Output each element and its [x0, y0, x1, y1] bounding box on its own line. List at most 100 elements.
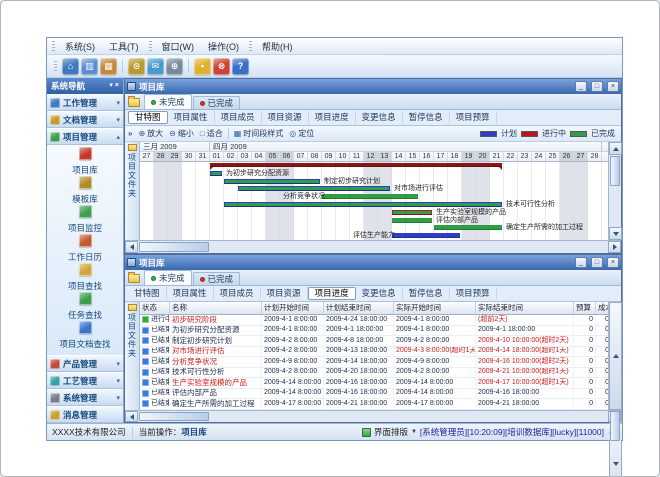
folder-icon[interactable]: [128, 98, 140, 107]
close-button[interactable]: ×: [607, 257, 619, 268]
view-tab-甘特图[interactable]: 甘特图: [128, 111, 168, 124]
sidebar-group-系统管理[interactable]: 系统管理▾: [47, 389, 123, 406]
help-icon[interactable]: ?: [232, 58, 249, 75]
maximize-button[interactable]: □: [591, 81, 603, 92]
table-row[interactable]: 已结束评估内部产品2009-4-14 8:00:002009-4-16 18:0…: [140, 389, 608, 400]
gantt-bar-初步研究阶段[interactable]: [210, 163, 502, 167]
sidebar-group-message[interactable]: 消息管理: [47, 406, 123, 423]
gantt-tool-时间段样式[interactable]: ▦时间段样式: [231, 128, 287, 139]
lock-icon[interactable]: ▪: [194, 58, 211, 75]
table-row[interactable]: 已结束分析竞争状况2009-4-9 8:00:002009-4-14 18:00…: [140, 357, 608, 368]
view-tab-暂停信息[interactable]: 暂停信息: [403, 111, 450, 124]
folder-tab-已完成[interactable]: 已完成: [193, 96, 241, 109]
table-row[interactable]: 已结束为初步研究分配资源2009-4-1 8:00:002009-4-1 18:…: [140, 326, 608, 337]
sidebar-item-模板库[interactable]: 模板库: [47, 176, 123, 205]
search-icon[interactable]: ⊙: [128, 58, 145, 75]
view-tab-项目属性[interactable]: 项目属性: [168, 111, 215, 124]
minimize-button[interactable]: _: [575, 257, 587, 268]
sidebar-group-工作管理[interactable]: 工作管理▾: [47, 94, 123, 111]
view-tab-项目预算[interactable]: 项目预算: [450, 111, 497, 124]
gantt-bar-生产实验室规模的产品[interactable]: [392, 210, 432, 215]
column-header-计划结束时间[interactable]: 计划结束时间: [324, 302, 394, 314]
column-header-计划开始时间[interactable]: 计划开始时间: [262, 302, 324, 314]
view-tab-项目资源[interactable]: 项目资源: [261, 287, 308, 300]
view-tab-变更信息[interactable]: 变更信息: [356, 287, 403, 300]
view-tab-项目预算[interactable]: 项目预算: [450, 287, 497, 300]
settings-icon[interactable]: ⊕: [166, 58, 183, 75]
gantt-bar-确定生产所需的加工过程[interactable]: [434, 225, 502, 230]
gantt-bar-为初步研究分配资源[interactable]: [210, 171, 222, 176]
view-tab-项目成员[interactable]: 项目成员: [215, 111, 262, 124]
column-header-预算[interactable]: 预算: [574, 302, 596, 314]
vertical-scrollbar[interactable]: [608, 142, 621, 240]
scroll-up-button[interactable]: [609, 302, 622, 410]
maximize-button[interactable]: □: [591, 257, 603, 268]
folder-tab-未完成[interactable]: 未完成: [144, 94, 192, 109]
table-row[interactable]: 已结束生产实验室规模的产品2009-4-14 8:00:002009-4-16 …: [140, 378, 608, 389]
gantt-tool-放大[interactable]: ⊕放大: [135, 128, 166, 139]
table-row[interactable]: 已结束制定初步研究计划2009-4-2 8:00:002009-4-8 18:0…: [140, 336, 608, 347]
sidebar-item-项目文档查找[interactable]: 项目文档查找: [47, 321, 123, 350]
sidebar-item-项目监控[interactable]: 项目监控: [47, 205, 123, 234]
gantt-bar-分析竞争状况[interactable]: [322, 194, 418, 199]
view-tab-项目成员[interactable]: 项目成员: [214, 287, 261, 300]
sidebar-group-文档管理[interactable]: 文档管理▾: [47, 111, 123, 128]
menu-item-1[interactable]: 系统(S): [58, 39, 102, 54]
menu-item-4[interactable]: 操作(O): [201, 39, 246, 54]
pin-icon[interactable]: ▾: [109, 82, 113, 90]
close-icon[interactable]: ×: [115, 82, 119, 90]
scroll-left-button[interactable]: [125, 411, 138, 422]
caret-down-icon[interactable]: ▼: [411, 429, 417, 435]
calendar-icon[interactable]: ▦: [100, 58, 117, 75]
table-row[interactable]: 已结束对市场进行评估2009-4-2 8:00:002009-4-13 18:0…: [140, 347, 608, 358]
view-tab-暂停信息[interactable]: 暂停信息: [403, 287, 450, 300]
folder-side-tab[interactable]: 项目文件夹: [125, 142, 140, 240]
scroll-right-button[interactable]: [608, 241, 621, 253]
monitor-icon[interactable]: ▥: [81, 58, 98, 75]
gantt-window-titlebar[interactable]: 项目库 _ □ ×: [125, 79, 621, 94]
gantt-tool-定位[interactable]: ◎定位: [286, 128, 317, 139]
scroll-thumb[interactable]: [139, 412, 209, 421]
horizontal-scrollbar[interactable]: [125, 240, 621, 253]
logout-icon[interactable]: ⊗: [213, 58, 230, 75]
vertical-scrollbar[interactable]: [608, 302, 621, 410]
close-button[interactable]: ×: [607, 81, 619, 92]
gantt-bar-制定初步研究计划[interactable]: [224, 179, 320, 184]
view-tab-项目进度[interactable]: 项目进度: [308, 287, 356, 300]
mail-icon[interactable]: ✉: [147, 58, 164, 75]
view-tab-甘特图[interactable]: 甘特图: [128, 287, 167, 300]
table-row[interactable]: 已结束技术可行性分析2009-4-2 8:00:002009-4-20 18:0…: [140, 368, 608, 379]
sidebar-group-项目管理[interactable]: 项目管理▴: [47, 128, 123, 145]
folder-icon[interactable]: [128, 274, 140, 283]
view-tab-变更信息[interactable]: 变更信息: [356, 111, 403, 124]
column-header-成本[interactable]: 成本: [596, 302, 608, 314]
gantt-bar-评估内部产品[interactable]: [392, 218, 432, 223]
sidebar-group-产品管理[interactable]: 产品管理▾: [47, 355, 123, 372]
gantt-bar-对市场进行评估[interactable]: [238, 186, 390, 191]
sidebar-item-项目库[interactable]: 项目库: [47, 147, 123, 176]
overflow-chevron-icon[interactable]: »: [128, 129, 132, 138]
folder-tab-未完成[interactable]: 未完成: [144, 270, 192, 285]
menu-item-2[interactable]: 工具(T): [102, 39, 146, 54]
scroll-thumb[interactable]: [139, 242, 209, 252]
column-header-状态[interactable]: 状态: [140, 302, 170, 314]
scroll-thumb[interactable]: [610, 156, 620, 186]
gantt-bar-技术可行性分析[interactable]: [224, 202, 502, 207]
table-row[interactable]: 进行中初步研究阶段2009-4-1 8:00:002009-4-24 18:00…: [140, 315, 608, 326]
home-icon[interactable]: ⌂: [62, 58, 79, 75]
view-tab-项目资源[interactable]: 项目资源: [262, 111, 309, 124]
scroll-track[interactable]: [138, 411, 608, 422]
column-header-实际开始时间[interactable]: 实际开始时间: [394, 302, 476, 314]
folder-side-tab[interactable]: 项目文件夹: [125, 302, 140, 410]
sidebar-item-工作日历[interactable]: 工作日历: [47, 234, 123, 263]
layout-dropdown[interactable]: 界面排版: [374, 426, 408, 438]
horizontal-scrollbar[interactable]: [125, 410, 621, 422]
table-row[interactable]: 已结束确定生产所需的加工过程2009-4-17 8:00:002009-4-21…: [140, 399, 608, 410]
sidebar-item-项目查找[interactable]: 项目查找: [47, 263, 123, 292]
sidebar-group-工艺管理[interactable]: 工艺管理▾: [47, 372, 123, 389]
table-window-titlebar[interactable]: 项目库 _ □ ×: [125, 255, 621, 270]
column-header-名称[interactable]: 名称: [170, 302, 262, 314]
scroll-down-button[interactable]: [609, 227, 622, 240]
sidebar-item-任务查找[interactable]: 任务查找: [47, 292, 123, 321]
scroll-thumb[interactable]: [610, 411, 620, 441]
